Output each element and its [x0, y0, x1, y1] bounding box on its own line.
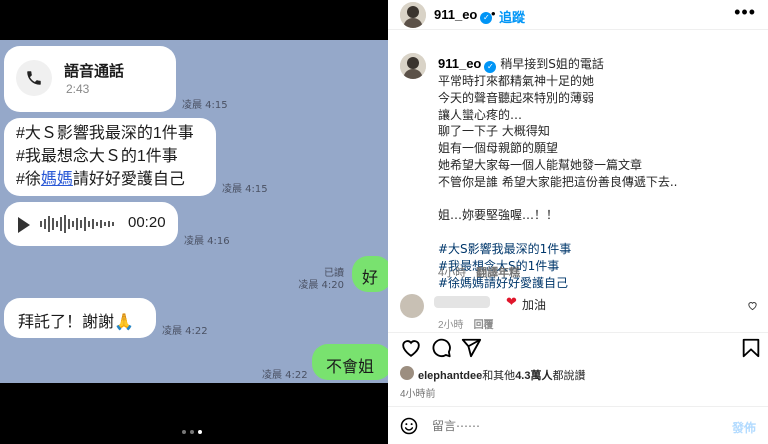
post-timestamp: 4小時前 [400, 389, 436, 400]
call-duration: 2:43 [66, 82, 90, 96]
reply-bubble-no-problem: 不會姐 [312, 344, 388, 380]
post-media[interactable]: 語音通話 2:43 凌晨 4:15 #大Ｓ影響我最深的1件事 #我最想念大Ｓ的1… [0, 0, 388, 444]
translate-button[interactable]: 翻譯年糕 [476, 267, 520, 279]
more-options-icon[interactable]: ••• [734, 2, 756, 23]
voice-duration: 00:20 [128, 214, 166, 231]
avatar[interactable] [400, 53, 426, 79]
action-bar [388, 332, 768, 360]
emoji-icon[interactable] [400, 417, 418, 435]
message-time: 凌晨 4:16 [184, 236, 230, 247]
post-sidebar: 911_eo ✓ • 追蹤 ••• 911_eo ✓ 稍早接到S姐的電話 平常時打來… [388, 0, 768, 444]
like-icon[interactable] [400, 337, 422, 359]
comment-time: 2小時 [438, 320, 464, 331]
message-line: #徐媽媽請好好愛護自己 [16, 171, 185, 188]
caption-line: 今天的聲音聽起來特別的薄弱 [438, 90, 595, 105]
chat-screenshot: 語音通話 2:43 凌晨 4:15 #大Ｓ影響我最深的1件事 #我最想念大Ｓ的1… [0, 40, 388, 383]
message-time: 凌晨 4:22 [262, 370, 308, 381]
hashtag-message-bubble: #大Ｓ影響我最深的1件事 #我最想念大Ｓ的1件事 #徐媽媽請好好愛護自己 [4, 118, 216, 196]
caption-line: 讓人蠻心疼的… [438, 107, 523, 122]
caption-line: 她希望大家每一個人能幫她發一篇文章 [438, 157, 643, 172]
avatar[interactable] [400, 2, 426, 28]
hashtag-link[interactable]: #大S影響我最深的1件事 [438, 241, 758, 258]
save-icon[interactable] [740, 337, 762, 359]
username-link[interactable]: 911_eo ✓ [434, 7, 493, 24]
message-link: 媽媽 [40, 171, 73, 188]
caption-meta: 4小時 翻譯年糕 [438, 264, 520, 280]
liker-avatar[interactable] [400, 366, 414, 380]
message-time: 凌晨 4:20 [298, 280, 344, 291]
phone-icon [16, 60, 52, 96]
carousel-dot[interactable] [190, 430, 194, 434]
liker-username[interactable]: elephantdee [418, 370, 482, 382]
caption-line: 不管你是誰 希望大家能把這份善良傳遞下去.. [438, 174, 678, 189]
caption-line: 平常時打來都精氣神十足的她 [438, 74, 595, 88]
carousel-dot-active[interactable] [198, 430, 202, 434]
likes-count[interactable]: 4.3萬人 [515, 370, 552, 382]
thanks-message-bubble: 拜託了！謝謝🙏 [4, 298, 156, 338]
share-icon[interactable] [460, 337, 482, 359]
comment-meta: 2小時 回覆 [438, 316, 494, 331]
message-line: #大Ｓ影響我最深的1件事 [16, 125, 194, 142]
caption-time: 4小時 [438, 267, 467, 279]
message-time: 凌晨 4:22 [162, 326, 208, 337]
likes-summary: elephantdee和其他4.3萬人都說讚 [418, 370, 586, 382]
post-comment-button[interactable]: 發佈 [732, 419, 756, 436]
separator-dot: • [491, 6, 496, 21]
voice-call-bubble: 語音通話 2:43 [4, 46, 176, 112]
heart-icon: ❤ [506, 294, 517, 309]
caption-line: 姐…妳要堅強喔…！！ [438, 208, 559, 223]
post-header: 911_eo ✓ • 追蹤 ••• [388, 0, 768, 30]
commenter-avatar[interactable] [400, 294, 424, 318]
carousel-dot[interactable] [182, 430, 186, 434]
caption-username[interactable]: 911_eo [438, 56, 481, 71]
reply-bubble-ok: 好 [352, 256, 388, 292]
message-time: 凌晨 4:15 [182, 100, 228, 111]
blurred-username [434, 296, 490, 308]
play-icon [18, 217, 30, 233]
message-time: 凌晨 4:15 [222, 184, 268, 195]
follow-button[interactable]: 追蹤 [499, 7, 525, 26]
voice-message-bubble: 00:20 [4, 202, 178, 246]
carousel-indicator [182, 430, 202, 434]
call-title: 語音通話 [64, 63, 125, 80]
caption-line: 稍早接到S姐的電話 [500, 57, 604, 71]
reply-button[interactable]: 回覆 [474, 320, 494, 331]
comment-icon[interactable] [430, 337, 452, 359]
post-caption: 911_eo ✓ 稍早接到S姐的電話 平常時打來都精氣神十足的她 今天的聲音聽起來… [438, 56, 758, 291]
waveform-icon [40, 215, 114, 233]
comment-like-icon[interactable] [747, 300, 758, 314]
caption-line: 姐有一個母親節的願望 [438, 141, 559, 156]
verified-badge-icon: ✓ [484, 61, 497, 73]
comment-text: 加油 [522, 298, 547, 312]
comment-composer: 發佈 [388, 406, 768, 444]
comment-input[interactable] [432, 416, 712, 436]
caption-line: 聊了一下子 大概得知 [438, 124, 550, 139]
message-line: #我最想念大Ｓ的1件事 [16, 148, 178, 165]
